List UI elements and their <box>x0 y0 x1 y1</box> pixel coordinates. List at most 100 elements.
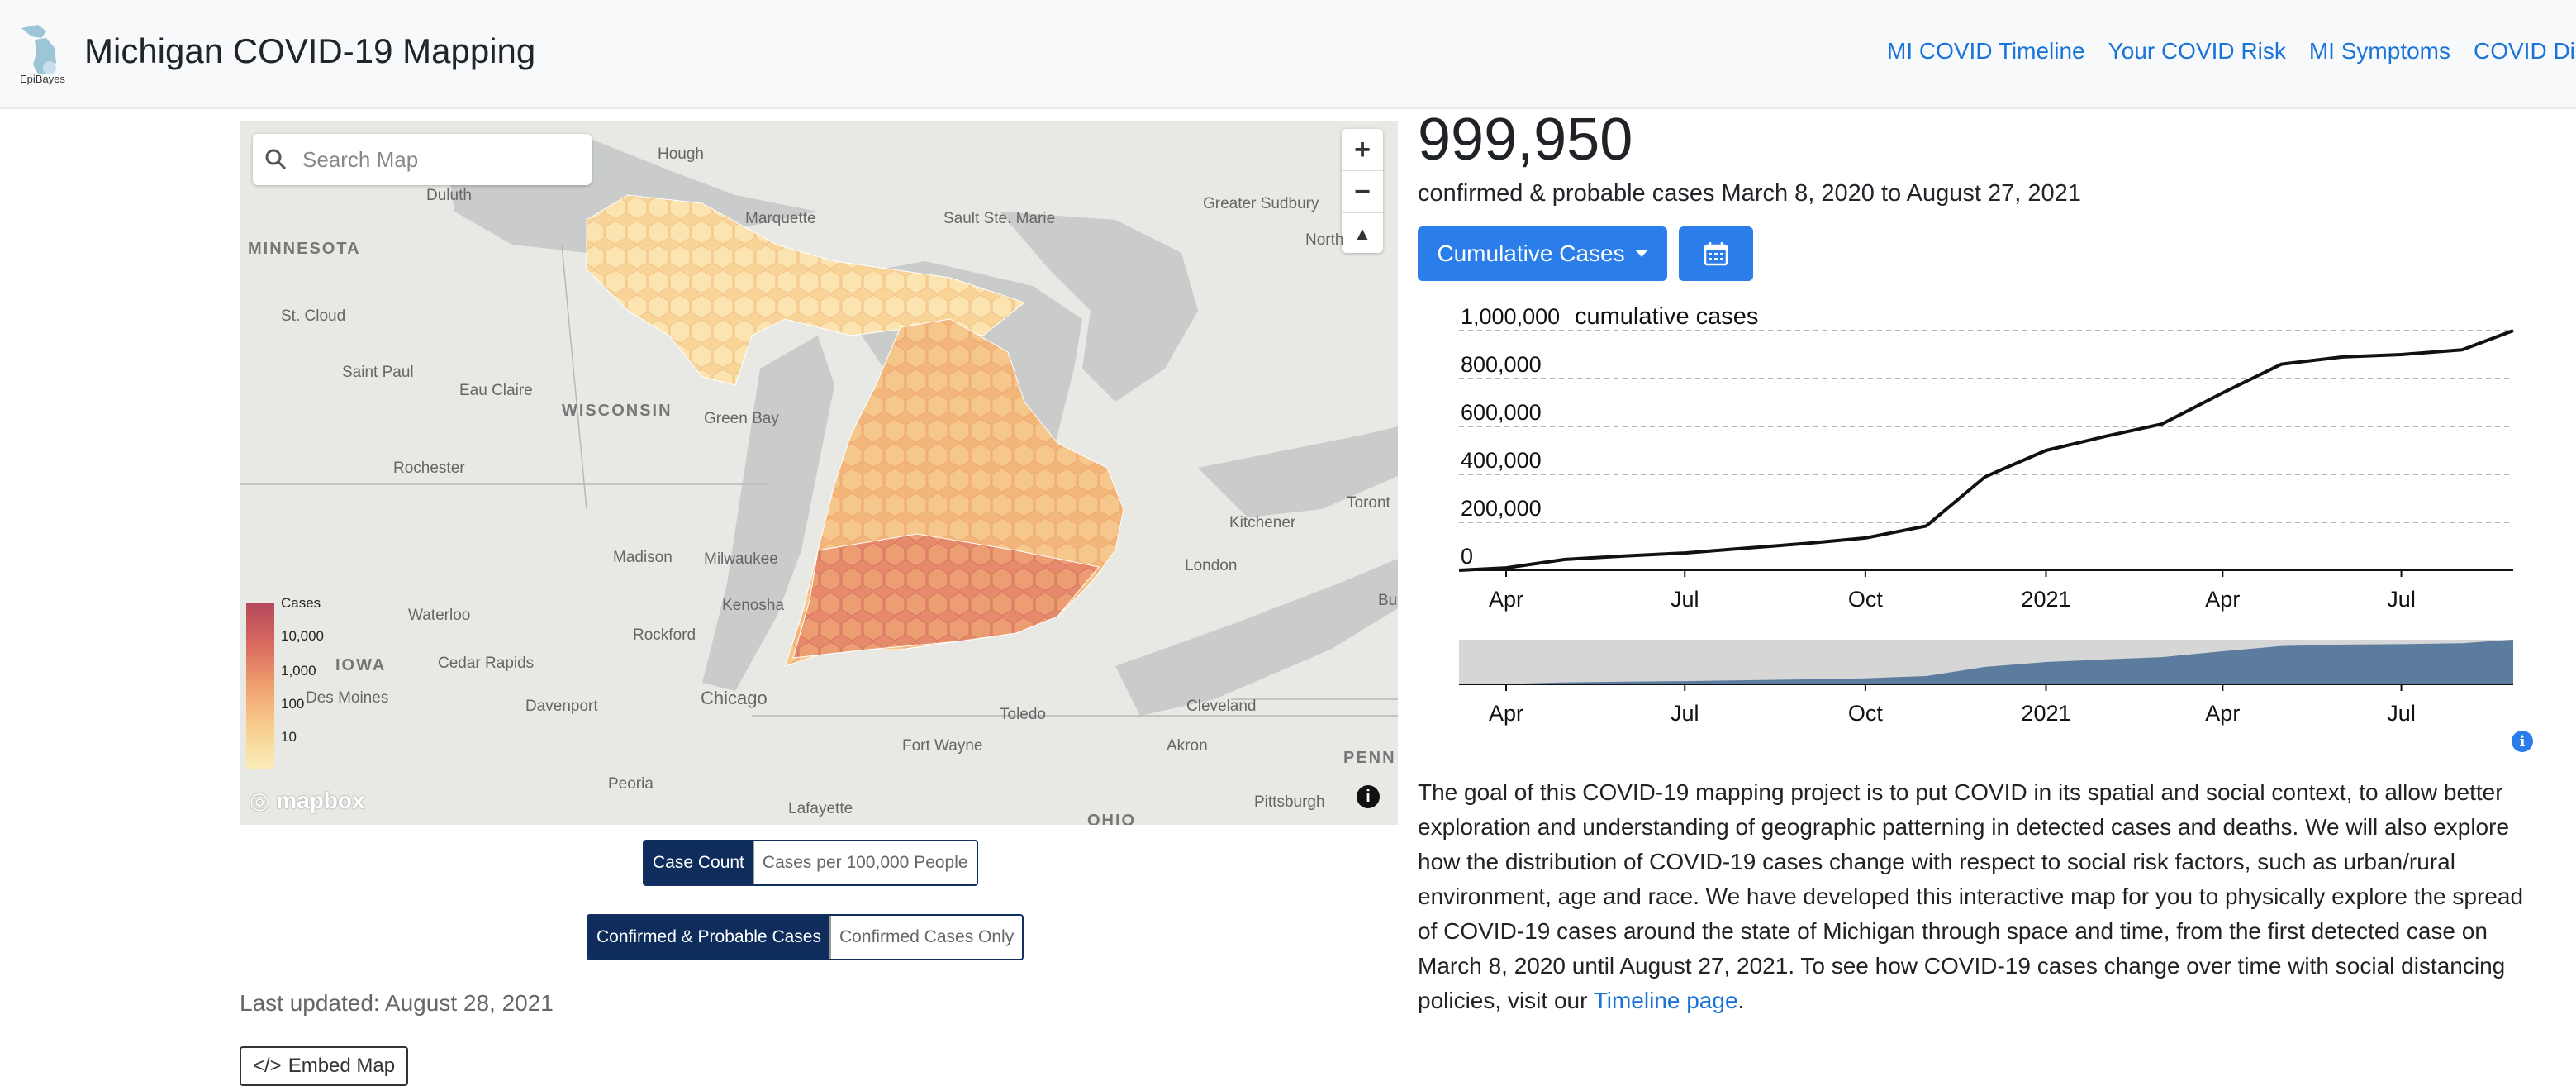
place-label: Rochester <box>393 460 465 477</box>
place-label: Kitchener <box>1229 514 1296 531</box>
place-label: Pittsburgh <box>1254 793 1325 811</box>
place-label: MINNESOTA <box>248 240 361 258</box>
place-label: Chicago <box>701 688 768 708</box>
y-tick-label: 1,000,000 <box>1461 304 1560 329</box>
place-label: Akron <box>1167 737 1208 755</box>
cases-per-100k-button[interactable]: Cases per 100,000 People <box>752 841 977 884</box>
place-label: Eau Claire <box>459 382 533 399</box>
legend-label: 10 <box>281 729 297 745</box>
legend-label: 10,000 <box>281 628 324 644</box>
x-tick-label: Oct <box>1848 587 1884 612</box>
brush-tick-label: Apr <box>1489 701 1523 726</box>
search-icon <box>265 149 287 170</box>
brush-tick-label: 2021 <box>2021 701 2070 726</box>
place-label: Greater Sudbury <box>1203 195 1319 212</box>
legend-label: 1,000 <box>281 663 316 679</box>
navbar: EpiBayes Michigan COVID-19 Mapping MI CO… <box>0 0 2576 109</box>
x-tick-label: Apr <box>2205 587 2240 612</box>
map-search-input[interactable] <box>301 142 585 177</box>
brush-tick-label: Jul <box>1671 701 1699 726</box>
nav-mi-covid-timeline[interactable]: MI COVID Timeline <box>1887 38 2085 64</box>
place-label: Waterloo <box>408 607 471 624</box>
place-label: St. Cloud <box>281 307 346 325</box>
logo-text: EpiBayes <box>20 73 65 85</box>
place-label: Bu <box>1378 592 1398 609</box>
legend-label: 100 <box>281 696 305 712</box>
legend-gradient <box>246 603 274 769</box>
place-label: Green Bay <box>704 410 779 427</box>
caret-down-icon <box>1634 250 1648 257</box>
place-label: Davenport <box>525 698 598 715</box>
place-label: Kenosha <box>722 597 785 614</box>
description-end: . <box>1737 988 1745 1013</box>
app-title[interactable]: Michigan COVID-19 Mapping <box>84 31 535 71</box>
chart-info-icon[interactable]: i <box>2512 731 2533 752</box>
calendar-icon <box>1704 242 1728 266</box>
map-legend: Cases 10,000 1,000 100 10 <box>246 595 345 769</box>
project-description: The goal of this COVID-19 mapping projec… <box>1418 775 2533 1018</box>
y-tick-label: 800,000 <box>1461 352 1542 377</box>
place-label: Duluth <box>426 187 472 204</box>
nav-mi-symptoms[interactable]: MI Symptoms <box>2309 38 2450 64</box>
compass-button[interactable]: ▲ <box>1342 213 1383 255</box>
confirmed-only-button[interactable]: Confirmed Cases Only <box>829 916 1023 959</box>
nav-covid-disparities[interactable]: COVID Disp <box>2474 38 2576 64</box>
confirmed-probable-button[interactable]: Confirmed & Probable Cases <box>588 916 829 959</box>
place-label: Saint Paul <box>342 364 414 381</box>
y-tick-label: 600,000 <box>1461 400 1542 425</box>
brush-tick-label: Apr <box>2205 701 2240 726</box>
x-tick-label: Apr <box>1489 587 1523 612</box>
brush-tick-label: Oct <box>1848 701 1884 726</box>
case-type-toggle: Confirmed & Probable Cases Confirmed Cas… <box>587 914 1024 960</box>
embed-label: Embed Map <box>288 1055 396 1077</box>
place-label: Sault Ste. Marie <box>943 210 1056 227</box>
case-count-button[interactable]: Case Count <box>644 841 753 884</box>
last-updated: Last updated: August 28, 2021 <box>240 990 554 1016</box>
mapbox-wordmark: mapbox <box>276 788 365 813</box>
map-info-icon[interactable]: i <box>1357 785 1380 808</box>
place-label: Cedar Rapids <box>438 655 535 672</box>
cumulative-cases-chart[interactable]: 0 200,000 400,000 600,000 800,000 1,000,000 cu… <box>1438 289 2520 744</box>
timeline-page-link[interactable]: Timeline page <box>1594 988 1738 1013</box>
place-label: Toledo <box>1000 706 1046 723</box>
legend-title: Cases <box>281 595 321 611</box>
x-tick-label: Jul <box>1671 587 1699 612</box>
cases-subtitle: confirmed & probable cases March 8, 2020… <box>1418 180 2081 207</box>
place-label: Hough <box>658 145 704 163</box>
place-label: OHIO <box>1087 812 1137 825</box>
dropdown-label: Cumulative Cases <box>1437 241 1625 266</box>
metric-toggle: Case Count Cases per 100,000 People <box>643 840 978 886</box>
place-label: Madison <box>613 549 673 566</box>
cumulative-cases-line <box>1458 329 2514 572</box>
map-search <box>253 134 592 185</box>
place-label: Milwaukee <box>704 550 778 568</box>
place-label: WISCONSIN <box>562 402 673 420</box>
place-label: London <box>1185 557 1238 574</box>
y-tick-label: 200,000 <box>1461 496 1542 521</box>
place-label: Peoria <box>608 775 654 793</box>
y-tick-label: 0 <box>1461 544 1473 569</box>
code-icon: </> <box>253 1055 282 1077</box>
mapbox-logo[interactable]: ◎ mapbox <box>250 787 365 814</box>
calendar-button[interactable] <box>1679 226 1753 281</box>
place-label: Lafayette <box>788 800 853 817</box>
mapbox-mark-icon: ◎ <box>250 788 270 813</box>
zoom-in-button[interactable]: + <box>1342 129 1383 171</box>
cumulative-cases-dropdown[interactable]: Cumulative Cases <box>1418 226 1667 281</box>
place-label: Cleveland <box>1186 698 1257 715</box>
place-label: North <box>1305 231 1344 249</box>
place-label: Toront <box>1347 494 1390 512</box>
x-tick-label: 2021 <box>2021 587 2070 612</box>
covid-map[interactable]: + − ▲ MINNESOTA WISCONSIN IOWA OHIO PENN… <box>240 121 1398 825</box>
nav-your-covid-risk[interactable]: Your COVID Risk <box>2108 38 2286 64</box>
nav-links: MI COVID Timeline Your COVID Risk MI Sym… <box>1887 38 2576 64</box>
place-label: Fort Wayne <box>902 737 983 755</box>
map-zoom-controls: + − ▲ <box>1342 129 1383 253</box>
zoom-out-button[interactable]: − <box>1342 171 1383 213</box>
embed-map-button[interactable]: </> Embed Map <box>240 1046 409 1086</box>
place-label: PENN <box>1343 749 1396 767</box>
brush-tick-label: Jul <box>2387 701 2416 726</box>
place-label: Marquette <box>745 210 816 227</box>
description-text: The goal of this COVID-19 mapping projec… <box>1418 779 2524 1013</box>
y-tick-label: 400,000 <box>1461 448 1542 473</box>
